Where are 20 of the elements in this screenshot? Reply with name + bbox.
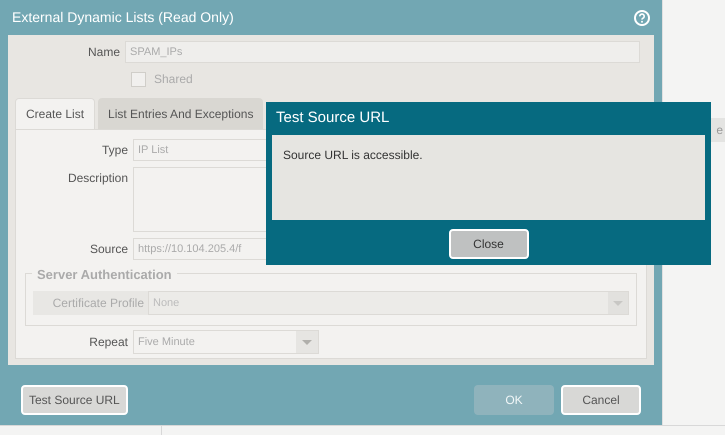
caret-icon <box>608 292 628 314</box>
message-text: Source URL is accessible. <box>283 148 423 162</box>
column-header-text: e <box>716 122 723 139</box>
field-label: Name <box>86 44 121 61</box>
cancel-button[interactable]: Cancel <box>561 385 641 415</box>
field-label: Description <box>66 170 129 187</box>
tab[interactable]: List Entries And Exceptions <box>98 98 264 129</box>
tab[interactable]: Create List <box>15 98 96 129</box>
checkbox[interactable] <box>131 72 146 86</box>
field-label: Type <box>100 142 129 159</box>
help-icon[interactable] <box>634 10 650 26</box>
dialog-title: External Dynamic Lists (Read Only) <box>12 8 234 27</box>
field-label: Source <box>88 241 129 258</box>
modal-title: Test Source URL <box>276 108 390 128</box>
field-label: Repeat <box>88 334 129 351</box>
close-button[interactable]: Close <box>448 229 528 259</box>
checkbox-label: Shared <box>154 71 193 88</box>
test-source-url-button[interactable]: Test Source URL <box>21 385 128 415</box>
field-label: Certificate Profile <box>52 295 145 312</box>
caret-icon <box>296 331 318 353</box>
